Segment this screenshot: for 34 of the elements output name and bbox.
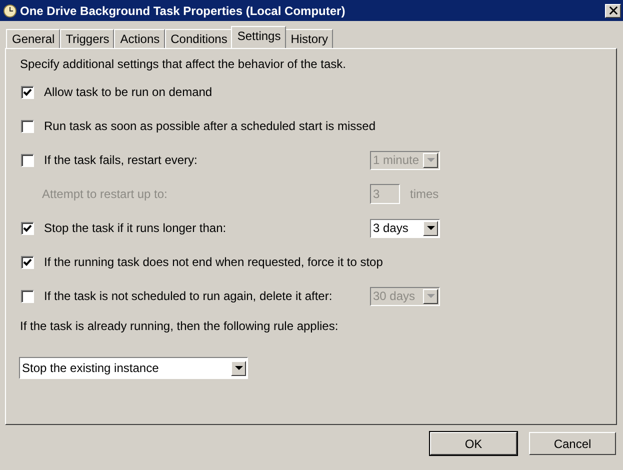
- dialog-button[interactable]: Cancel: [529, 432, 616, 455]
- setting-label: If the task fails, restart every:: [44, 153, 198, 167]
- caret-icon: [426, 158, 434, 162]
- setting-label: Allow task to be run on demand: [44, 85, 212, 99]
- tab[interactable]: Settings: [231, 26, 286, 48]
- times-label: times: [410, 187, 439, 201]
- description-text: Specify additional settings that affect the behavior of the task.: [20, 57, 347, 73]
- close-icon: [608, 6, 618, 15]
- checkbox[interactable]: [21, 86, 34, 98]
- setting-label: Attempt to restart up to:: [42, 187, 168, 201]
- window-title: One Drive Background Task Properties (Local Computer): [20, 4, 346, 18]
- dialog-button[interactable]: OK: [430, 432, 517, 455]
- tab[interactable]: Actions: [114, 29, 165, 48]
- checkbox[interactable]: [21, 120, 34, 132]
- tab[interactable]: Triggers: [60, 29, 114, 48]
- rule-label: If the task is already running, then the following rule applies:: [20, 319, 340, 333]
- caret-icon: [234, 366, 242, 370]
- tab[interactable]: Conditions: [164, 29, 232, 48]
- close-button[interactable]: [605, 4, 621, 18]
- caret-icon: [426, 226, 434, 230]
- rule-dropdown[interactable]: Stop the existing instance: [19, 357, 248, 379]
- checkbox[interactable]: [21, 222, 34, 234]
- checkbox[interactable]: [21, 290, 34, 302]
- setting-label: Run task as soon as possible after a scheduled start is missed: [44, 119, 376, 133]
- tab[interactable]: General: [6, 29, 60, 48]
- dropdown[interactable]: 3 days: [370, 218, 440, 238]
- tab[interactable]: History: [284, 29, 334, 48]
- clock-icon: [3, 4, 17, 18]
- checkbox[interactable]: [21, 256, 34, 268]
- setting-label: Stop the task if it runs longer than:: [44, 221, 226, 235]
- checkbox[interactable]: [21, 154, 34, 166]
- setting-label: If the running task does not end when requested, force it to stop: [44, 255, 383, 269]
- setting-label: If the task is not scheduled to run again, delete it after:: [44, 289, 332, 303]
- caret-icon: [426, 294, 434, 298]
